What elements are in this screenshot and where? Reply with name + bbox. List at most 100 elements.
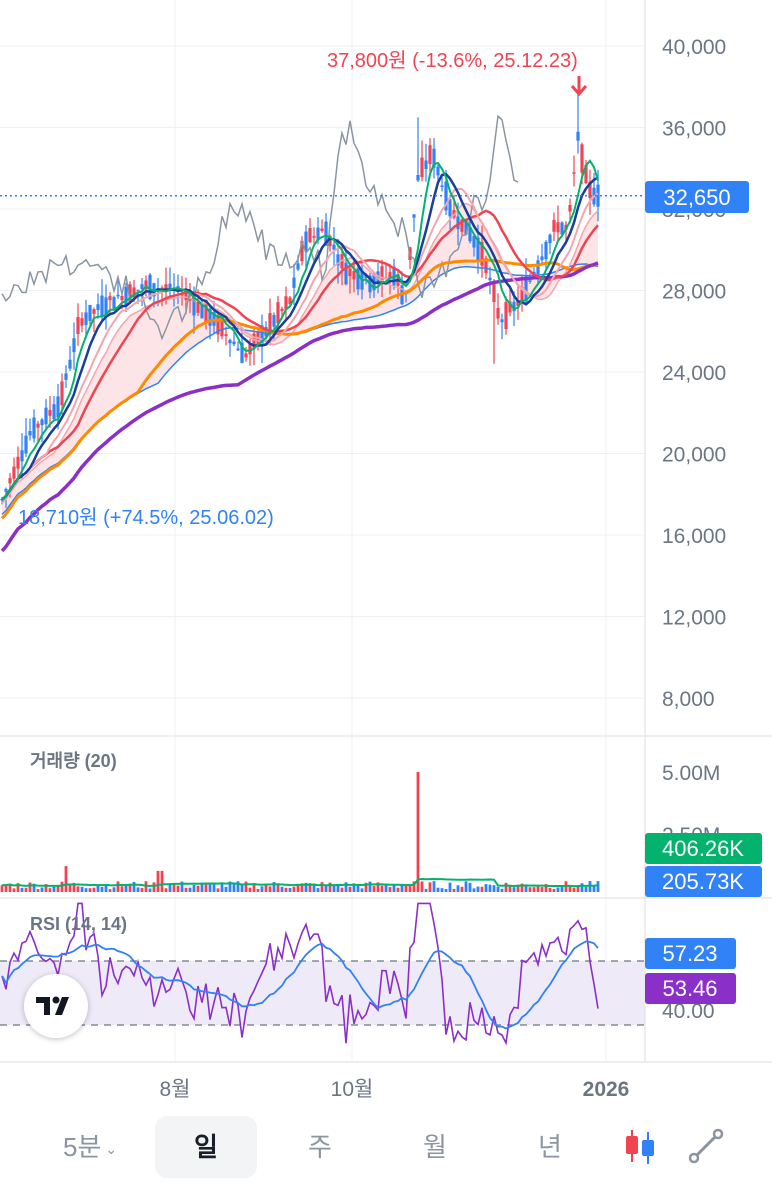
volume-bar: [84, 888, 88, 892]
candle-body: [44, 407, 48, 425]
candle-body: [96, 304, 100, 311]
volume-bar: [224, 886, 228, 892]
volume-bar: [164, 888, 168, 892]
volume-bar: [452, 888, 456, 892]
high-annotation: 37,800원 (-13.6%, 25.12.23): [327, 49, 578, 72]
volume-bar: [92, 887, 96, 892]
volume-bar: [472, 888, 476, 892]
current-price-badge: 32,650: [645, 181, 749, 213]
candle-body: [488, 277, 492, 281]
time-label-aug: 8월: [160, 1078, 191, 1101]
axes: 40,00036,00032,00028,00024,00020,00016,0…: [0, 0, 772, 1063]
volume-bar: [244, 881, 248, 892]
candle-body: [40, 419, 44, 426]
candle-body: [580, 144, 584, 173]
candle-body: [536, 260, 540, 275]
candle-body: [24, 435, 28, 454]
candle-body: [556, 222, 560, 233]
volume-avg-badge: 406.26K: [645, 833, 762, 864]
candle-body: [428, 145, 432, 164]
candle-body: [20, 450, 24, 462]
volume-bar: [248, 887, 252, 892]
volume-bar: [120, 886, 124, 892]
candlestick-icon[interactable]: [618, 1124, 662, 1168]
timeframe-week-button[interactable]: 주: [270, 1116, 370, 1178]
candle-body: [528, 280, 532, 282]
candle-body: [32, 417, 36, 439]
candle-body: [416, 174, 420, 181]
volume-bar: [152, 882, 156, 892]
candle-body: [544, 241, 548, 260]
timeframe-5min-button[interactable]: 5분 ⌄: [40, 1116, 140, 1178]
price-tick-label: 40,000: [662, 36, 726, 59]
volume-bar: [540, 887, 544, 892]
svg-text:32,650: 32,650: [663, 185, 730, 210]
candle-body: [540, 256, 544, 261]
volume-bar: [332, 885, 336, 892]
candle-body: [352, 271, 356, 280]
candle-body: [576, 131, 580, 141]
candle-body: [296, 263, 300, 270]
volume-bar: [392, 885, 396, 892]
candle-body: [8, 478, 12, 484]
volume-bar: [28, 882, 32, 892]
candle-body: [500, 319, 504, 323]
volume-bar: [536, 886, 540, 892]
candle-body: [80, 318, 84, 326]
volume-bar: [184, 887, 188, 892]
volume-bar: [216, 888, 220, 892]
volume-bar: [260, 886, 264, 892]
volume-bar: [36, 889, 40, 892]
volume-bar: [284, 887, 288, 892]
candle-body: [16, 456, 20, 469]
candle-body: [196, 301, 200, 313]
candle-body: [112, 297, 116, 309]
volume-bar: [40, 887, 44, 892]
volume-bar: [276, 884, 280, 892]
candle-body: [436, 166, 440, 176]
candle-body: [72, 338, 76, 353]
candle-body: [292, 277, 296, 288]
draw-line-icon[interactable]: [684, 1124, 728, 1168]
timeframe-year-button[interactable]: 년: [500, 1116, 600, 1178]
volume-bar: [468, 882, 472, 892]
price-tick-label: 24,000: [662, 362, 726, 385]
volume-bar: [136, 887, 140, 892]
volume-bar: [416, 772, 420, 892]
volume-bar: [76, 886, 80, 892]
rsi-band: [0, 961, 645, 1025]
volume-bar: [124, 885, 128, 892]
candle-body: [36, 423, 40, 428]
stock-chart[interactable]: 40,00036,00032,00028,00024,00020,00016,0…: [0, 0, 772, 1112]
timeframe-bar: 5분 ⌄ 일 주 월 년: [0, 1112, 772, 1182]
volume-bar: [316, 888, 320, 892]
volume-bar: [60, 881, 64, 892]
volume-bar: [232, 883, 236, 892]
price-tick-label: 36,000: [662, 118, 726, 141]
timeframe-month-button[interactable]: 월: [385, 1116, 485, 1178]
volume-bar: [560, 886, 564, 892]
candle-body: [92, 309, 96, 314]
volume-bar: [424, 888, 428, 892]
candle-body: [280, 308, 284, 311]
volume-bar: [464, 881, 468, 892]
candle-body: [76, 317, 80, 335]
volume-bar: [168, 884, 172, 892]
volume-bar: [188, 887, 192, 892]
candle-body: [12, 466, 16, 479]
volume-bar: [268, 886, 272, 892]
volume-bar: [388, 887, 392, 892]
volume-bar: [100, 886, 104, 892]
volume-bar: [12, 888, 16, 892]
candle-body: [236, 348, 240, 351]
candle-body: [420, 157, 424, 178]
candle-body: [308, 228, 312, 243]
candle-body: [440, 185, 444, 188]
volume-bar: [212, 883, 216, 892]
tradingview-logo[interactable]: [24, 974, 88, 1038]
volume-bar: [148, 888, 152, 892]
candle-body: [272, 314, 276, 327]
volume-bar: [532, 887, 536, 892]
timeframe-day-button[interactable]: 일: [155, 1116, 257, 1178]
price-tick-label: 8,000: [662, 688, 715, 711]
